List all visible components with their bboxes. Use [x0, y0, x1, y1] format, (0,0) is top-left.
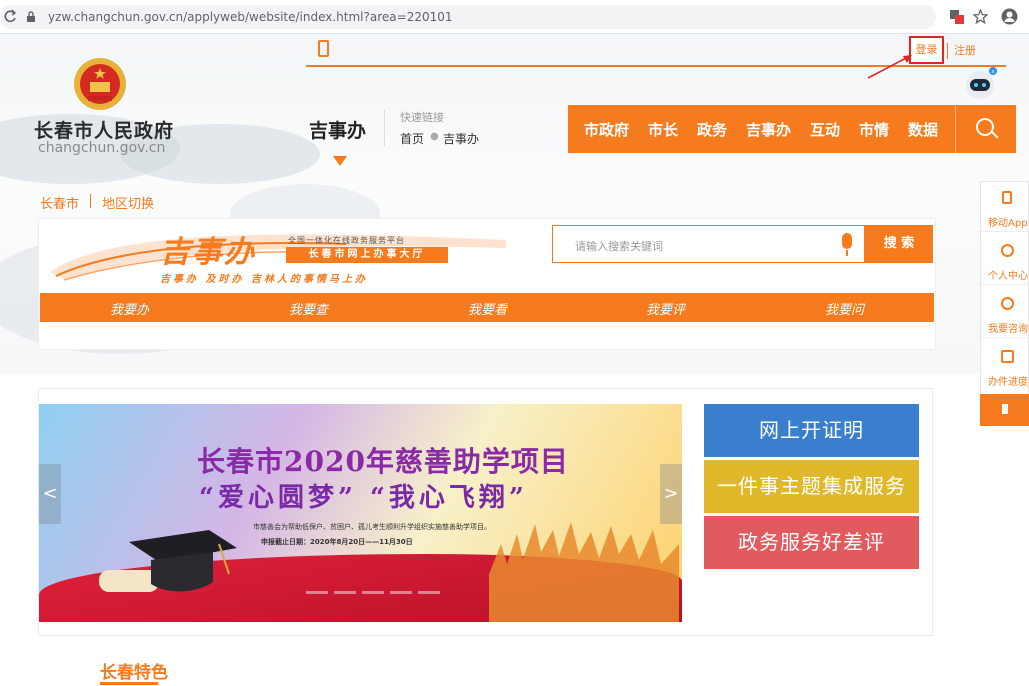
jishiban-title: 吉事办: [160, 235, 256, 270]
section-divider: [384, 110, 385, 146]
lock-icon[interactable]: [26, 11, 36, 23]
breadcrumb-home[interactable]: 首页: [400, 130, 424, 147]
online-certificate-button[interactable]: 网上开证明: [704, 404, 919, 457]
featured-section-title: 长春特色: [100, 663, 168, 683]
region-switch-link[interactable]: 地区切换: [102, 193, 154, 212]
quick-links-label: 快速链接: [400, 111, 444, 124]
sidebar-item-label: 我要咨询: [988, 324, 1028, 335]
carousel-dot[interactable]: [362, 591, 384, 594]
main-nav: 市政府 市长 政务 吉事办 互动 市情 数据: [568, 105, 1016, 153]
page: 登录 注册 x 长春市人民政府 changchun.gov.cn 吉事办 快速链…: [0, 34, 1029, 686]
collapse-icon[interactable]: [1002, 404, 1008, 414]
nav-item-government-affairs[interactable]: 政务: [697, 119, 727, 140]
carousel-deadline: 申报截止日期：2020年8月20日——11月30日: [261, 538, 413, 546]
action-query[interactable]: 我要查: [289, 299, 328, 318]
breadcrumb-current[interactable]: 吉事办: [443, 130, 479, 147]
section-indicator-icon: [333, 156, 347, 166]
mobile-phone-icon[interactable]: [318, 40, 329, 57]
nav-item-mayor[interactable]: 市长: [648, 119, 678, 140]
site-title[interactable]: 长春市人民政府: [34, 116, 174, 143]
edit-icon: [1001, 350, 1014, 363]
carousel-description: 市慈善会为帮助低保户、贫困户、孤儿考生顺利升学组织实施慈善助学项目。: [253, 523, 491, 531]
chat-icon: [1001, 297, 1014, 310]
action-ask[interactable]: 我要问: [825, 299, 864, 318]
nav-divider: [955, 105, 956, 153]
service-evaluation-button[interactable]: 政务服务好差评: [704, 516, 919, 569]
register-link[interactable]: 注册: [954, 42, 976, 58]
featured-underline: [100, 682, 158, 685]
national-emblem-icon: [74, 58, 126, 110]
action-handle[interactable]: 我要办: [110, 299, 149, 318]
current-city: 长春市: [40, 197, 80, 212]
url-text[interactable]: yzw.changchun.gov.cn/applyweb/website/in…: [48, 5, 453, 29]
action-view[interactable]: 我要看: [468, 299, 507, 318]
sidebar-item-mobile-app[interactable]: 移动App: [981, 182, 1029, 232]
carousel-subtitle: “爱心圆梦” “我心飞翔”: [199, 483, 528, 513]
sidebar-item-label: 个人中心: [988, 271, 1028, 282]
robot-assistant-icon[interactable]: x: [962, 66, 998, 102]
sidebar-item-consult[interactable]: 我要咨询: [981, 288, 1029, 338]
nav-item-city-info[interactable]: 市情: [859, 119, 889, 140]
profile-icon[interactable]: [1001, 8, 1018, 25]
nav-item-city-government[interactable]: 市政府: [584, 119, 629, 140]
svg-text:x: x: [992, 69, 995, 75]
jishiban-slogan: 吉事办 及时办 吉林人的事情马上办: [160, 274, 368, 285]
carousel-dot[interactable]: [390, 591, 412, 594]
action-evaluate[interactable]: 我要评: [646, 299, 685, 318]
site-domain: changchun.gov.cn: [38, 140, 166, 156]
action-bar: 我要办 我要查 我要看 我要评 我要问: [40, 293, 934, 322]
login-register-divider: [947, 43, 948, 59]
graduates-silhouette-image: [489, 522, 679, 622]
carousel-next-button[interactable]: >: [660, 464, 682, 524]
sidebar-item-personal-center[interactable]: 个人中心: [981, 235, 1029, 285]
microphone-icon[interactable]: [842, 233, 852, 249]
floating-sidebar: 移动App 个人中心 我要咨询 办件进度: [980, 181, 1029, 426]
city-divider: [90, 194, 91, 208]
carousel[interactable]: 长春市2020年慈善助学项目 “爱心圆梦” “我心飞翔” 市慈善会为帮助低保户、…: [39, 404, 682, 622]
user-icon: [1001, 244, 1014, 257]
search-button[interactable]: 搜 索: [865, 225, 933, 263]
carousel-dot[interactable]: [418, 591, 440, 594]
search-placeholder[interactable]: 请输入搜索关键词: [575, 238, 663, 254]
bookmark-star-icon[interactable]: [973, 9, 988, 24]
carousel-dot[interactable]: [306, 591, 328, 594]
jishiban-platform-text: 全国一体化在线政务服务平台: [288, 236, 405, 245]
carousel-prev-button[interactable]: <: [39, 464, 61, 524]
graduation-cap-image: [99, 530, 237, 592]
annotation-arrow-icon: [867, 55, 912, 79]
breadcrumb-separator-icon: ●: [430, 131, 439, 142]
sidebar-item-label: 办件进度: [988, 377, 1028, 388]
nav-item-jishiban[interactable]: 吉事办: [746, 119, 791, 140]
nav-item-data[interactable]: 数据: [908, 119, 938, 140]
microphone-stand[interactable]: [846, 250, 848, 256]
phone-icon: [1002, 191, 1012, 204]
sidebar-item-label: 移动App: [988, 218, 1028, 229]
jishiban-hall-name: 长春市网上办事大厅: [286, 247, 448, 263]
one-thing-service-button[interactable]: 一件事主题集成服务: [704, 460, 919, 513]
reload-icon[interactable]: [4, 9, 16, 23]
carousel-dot[interactable]: [334, 591, 356, 594]
section-title: 吉事办: [309, 120, 367, 142]
browser-toolbar: yzw.changchun.gov.cn/applyweb/website/in…: [0, 0, 1029, 34]
sidebar-item-progress[interactable]: 办件进度: [981, 341, 1029, 391]
translate-icon[interactable]: [950, 10, 964, 24]
carousel-title: 长春市2020年慈善助学项目: [197, 445, 569, 478]
nav-item-interaction[interactable]: 互动: [810, 119, 840, 140]
